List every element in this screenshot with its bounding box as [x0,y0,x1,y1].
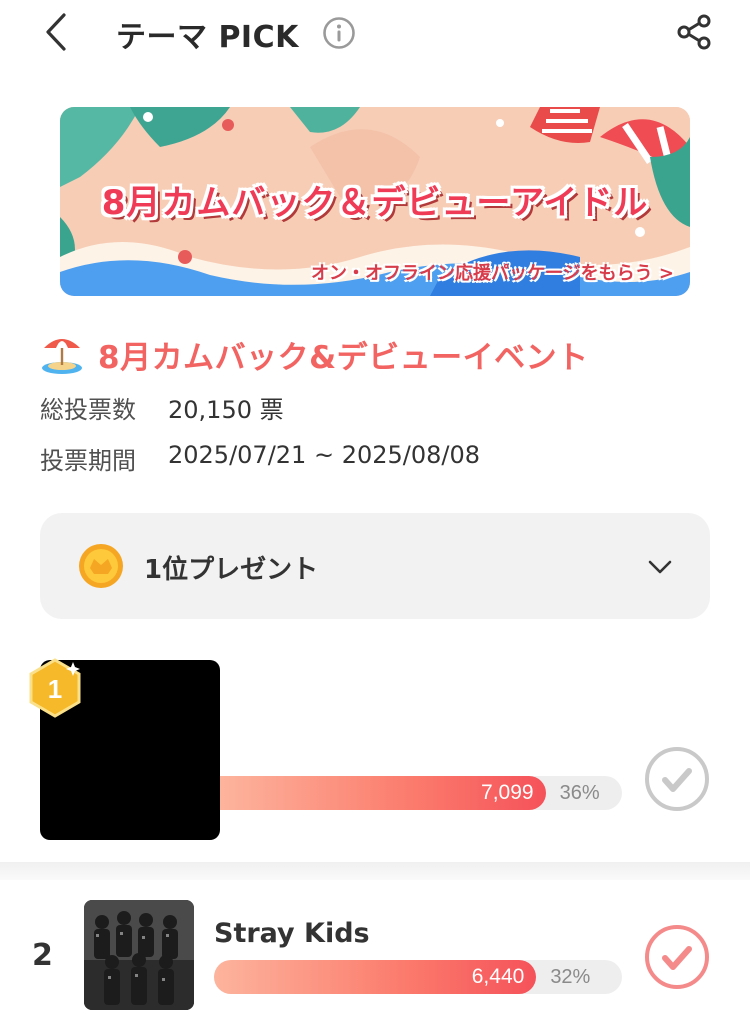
rank-1-percent: 36% [559,782,600,804]
share-icon [677,14,711,50]
share-button[interactable] [674,12,714,52]
rank-2-votes: 6,440 [471,965,525,988]
total-votes-value: 20,150 票 [168,396,284,424]
back-button[interactable] [36,10,76,54]
top-bar: テーマ PICK [0,0,750,66]
rank-2-vote-bar: 6,440 32% [214,960,622,994]
page-title: テーマ PICK [116,20,299,55]
medal-rank-text: 1 [48,674,62,704]
total-votes-label: 総投票数 [40,396,136,424]
banner-title: 8月カムバック＆デビューアイドル [101,183,649,223]
beach-umbrella-icon [42,339,82,374]
gold-coin-icon [79,544,123,588]
event-heading: 8月カムバック&デビューイベント [40,332,589,376]
ranking-item-2: 2 Stray Kids 6,440 32% [0,880,750,1027]
present-label: 1位プレゼント [144,555,319,585]
voting-period-value: 2025/07/21 ~ 2025/08/08 [168,441,481,469]
chevron-down-icon [648,560,672,574]
section-divider [0,862,750,882]
event-banner[interactable]: 8月カムバック＆デビューアイドル オン・オフライン応援パッケージをもらう > [60,107,690,296]
rank-1-vote-bar-fill: 7,099 [220,776,546,810]
voting-period-label: 投票期間 [40,447,136,475]
info-circle-icon [323,17,355,49]
vote-check-icon[interactable] [644,924,710,990]
rank-2-vote-bar-fill: 6,440 [214,960,537,994]
rank-2-percent: 32% [550,966,591,988]
artist-name: Stray Kids [214,918,370,949]
first-place-present-dropdown[interactable]: 1位プレゼント [40,513,710,619]
banner-subtitle[interactable]: オン・オフライン応援パッケージをもらう > [311,259,674,285]
event-title: 8月カムバック&デビューイベント [98,339,589,376]
ranking-item-1: 1 7,099 36% [0,640,750,862]
rank-number: 2 [32,938,53,973]
voting-period-row: 投票期間 2025/07/21 ~ 2025/08/08 [40,441,480,476]
info-button[interactable] [322,16,356,50]
chevron-left-icon [46,13,66,51]
rank-1-vote-bar: 7,099 36% [220,776,622,810]
total-votes-row: 総投票数 20,150 票 [40,390,284,425]
rank-1-votes: 7,099 [481,781,534,804]
vote-check-icon[interactable] [644,746,710,812]
rank-2-photo[interactable] [84,900,194,1010]
first-place-medal-icon: 1 [29,658,81,718]
group-photo-image [84,900,194,1010]
